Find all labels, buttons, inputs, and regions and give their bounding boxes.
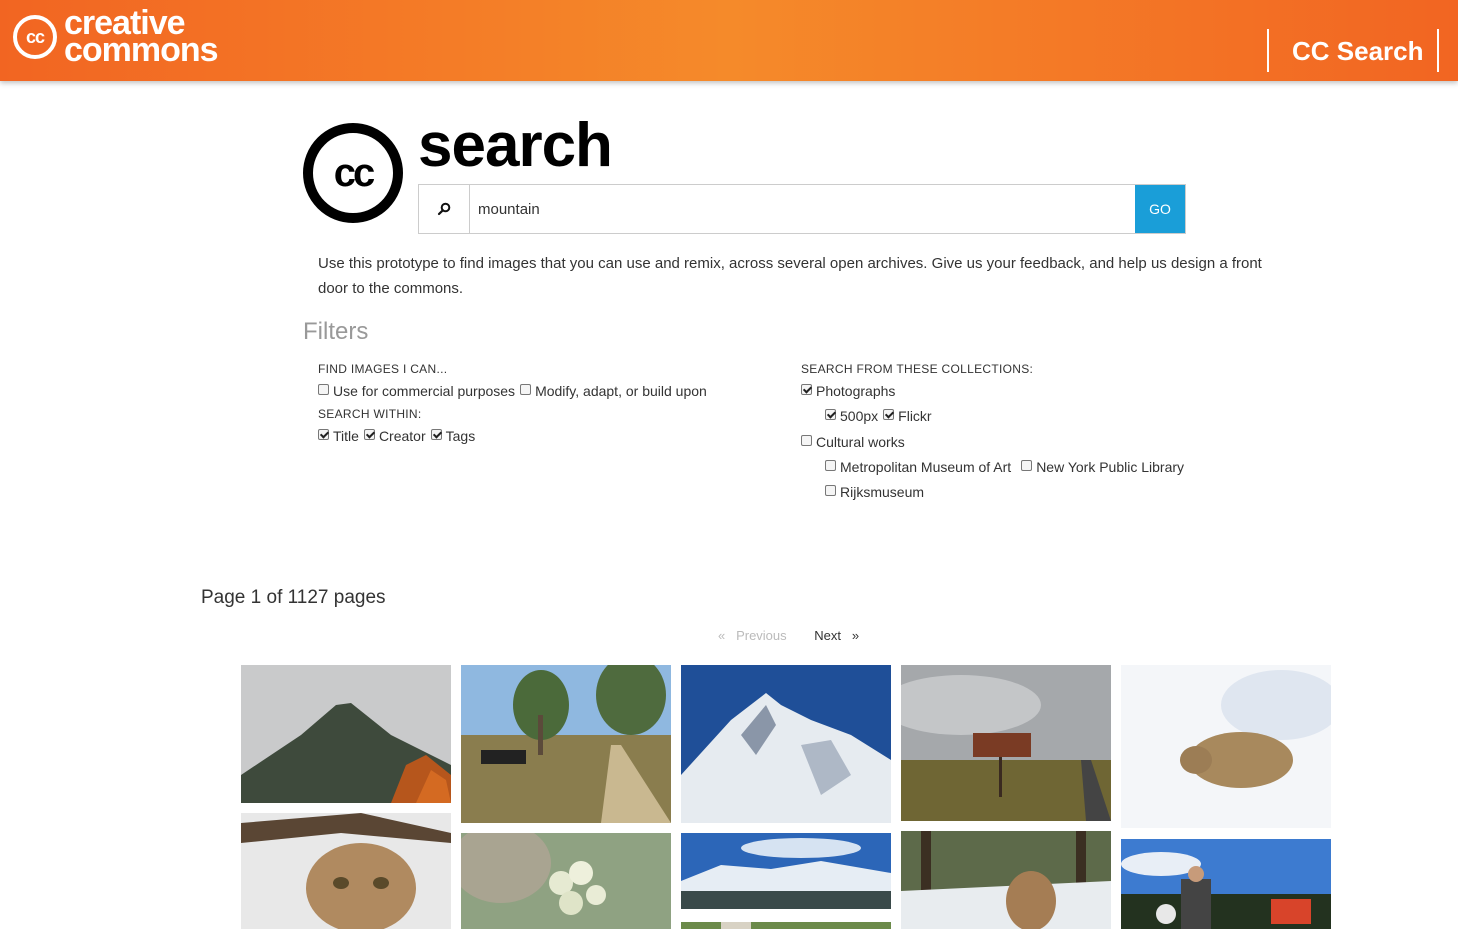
result-image-green-leaves[interactable] <box>681 919 891 929</box>
result-image-motorcyclist[interactable] <box>1121 839 1331 929</box>
checkbox-box[interactable] <box>801 383 812 395</box>
checkbox-label: New York Public Library <box>1036 459 1185 475</box>
cultural-works-row: Cultural works <box>801 434 910 450</box>
checkbox-box[interactable] <box>363 428 375 440</box>
brand-wordmark: creative commons <box>64 6 219 69</box>
go-button[interactable]: GO <box>1135 185 1185 233</box>
rijksmuseum-checkbox[interactable]: Rijksmuseum <box>825 484 924 500</box>
intro-text: Use this prototype to find images that y… <box>318 255 1262 297</box>
result-image-cougar-forest[interactable] <box>901 831 1111 929</box>
checkbox-box[interactable] <box>318 383 329 395</box>
search-input[interactable] <box>470 185 1135 233</box>
search-icon[interactable] <box>419 185 470 233</box>
commercial-checkbox[interactable]: Use for commercial purposes <box>318 383 515 399</box>
cc-search-nav-link[interactable]: CC Search <box>1292 36 1424 67</box>
result-image-snowy-mountain[interactable] <box>681 665 891 823</box>
result-image-mountain-peak[interactable] <box>241 665 451 803</box>
checkbox-label: Flickr <box>898 408 932 424</box>
checkbox-box[interactable] <box>825 459 836 471</box>
checkbox-label: Cultural works <box>816 434 905 450</box>
checkbox-label: Photographs <box>816 383 896 399</box>
checkbox-box[interactable] <box>318 428 329 440</box>
creative-commons-logo[interactable]: cc creative commons <box>13 6 219 69</box>
creator-checkbox[interactable]: Creator <box>363 428 426 444</box>
checkbox-label: Modify, adapt, or build upon <box>535 383 707 399</box>
result-image-hare-snow[interactable] <box>1121 665 1331 828</box>
checkbox-box[interactable] <box>801 434 812 446</box>
pager: « Previous Next » <box>718 628 859 643</box>
checkbox-box[interactable] <box>430 428 442 440</box>
result-image-dirt-road[interactable] <box>461 665 671 823</box>
500px-checkbox[interactable]: 500px <box>825 408 878 424</box>
checkbox-box[interactable] <box>825 484 836 496</box>
checkbox-label: Tags <box>445 428 476 444</box>
photographs-row: Photographs <box>801 383 900 399</box>
photographs-checkbox[interactable]: Photographs <box>801 383 895 399</box>
pagination-info: Page 1 of 1127 pages <box>201 587 386 608</box>
search-title: search <box>418 111 613 180</box>
checkbox-box[interactable] <box>883 408 895 420</box>
result-image-road-sign[interactable] <box>901 665 1111 821</box>
cultural-works-checkbox[interactable]: Cultural works <box>801 434 905 450</box>
cultural-sources-row: Metropolitan Museum of Art New York Publ… <box>825 459 1189 475</box>
checkbox-label: Metropolitan Museum of Art <box>840 459 1012 475</box>
checkbox-label: Rijksmuseum <box>840 484 925 500</box>
nypl-checkbox[interactable]: New York Public Library <box>1021 459 1184 475</box>
find-images-label: FIND IMAGES I CAN... <box>318 362 448 376</box>
cc-logo-icon: cc <box>13 15 57 59</box>
checkbox-box[interactable] <box>1021 459 1033 471</box>
collections-label: SEARCH FROM THESE COLLECTIONS: <box>801 362 1034 376</box>
checkbox-label: Title <box>333 428 359 444</box>
next-page-link[interactable]: Next » <box>814 628 859 643</box>
title-checkbox[interactable]: Title <box>318 428 359 444</box>
checkbox-label: Use for commercial purposes <box>333 383 516 399</box>
find-options-row: Use for commercial purposes Modify, adap… <box>318 383 712 399</box>
nav-divider-right <box>1437 29 1439 72</box>
checkbox-box[interactable] <box>825 408 836 420</box>
top-header: cc creative commons CC Search <box>0 0 1458 81</box>
checkbox-label: 500px <box>840 408 879 424</box>
search-within-row: Title Creator Tags <box>318 428 480 444</box>
search-form: GO <box>418 184 1186 234</box>
tags-checkbox[interactable]: Tags <box>430 428 476 444</box>
filters-heading: Filters <box>303 318 369 345</box>
checkbox-box[interactable] <box>520 383 532 395</box>
brand-line-commons: commons <box>64 31 219 69</box>
modify-checkbox[interactable]: Modify, adapt, or build upon <box>520 383 707 399</box>
rijksmuseum-row: Rijksmuseum <box>825 484 929 500</box>
photo-sources-row: 500px Flickr <box>825 408 937 424</box>
nav-divider-left <box>1267 29 1269 72</box>
flickr-checkbox[interactable]: Flickr <box>883 408 932 424</box>
previous-page-link[interactable]: « Previous <box>718 628 787 643</box>
result-image-snowy-range[interactable] <box>681 833 891 909</box>
cc-search-logo-icon: cc <box>303 123 403 223</box>
result-image-cougar[interactable] <box>241 813 451 929</box>
result-image-flower-buds[interactable] <box>461 833 671 929</box>
search-within-label: SEARCH WITHIN: <box>318 407 422 421</box>
met-museum-checkbox[interactable]: Metropolitan Museum of Art <box>825 459 1011 475</box>
checkbox-label: Creator <box>378 428 426 444</box>
